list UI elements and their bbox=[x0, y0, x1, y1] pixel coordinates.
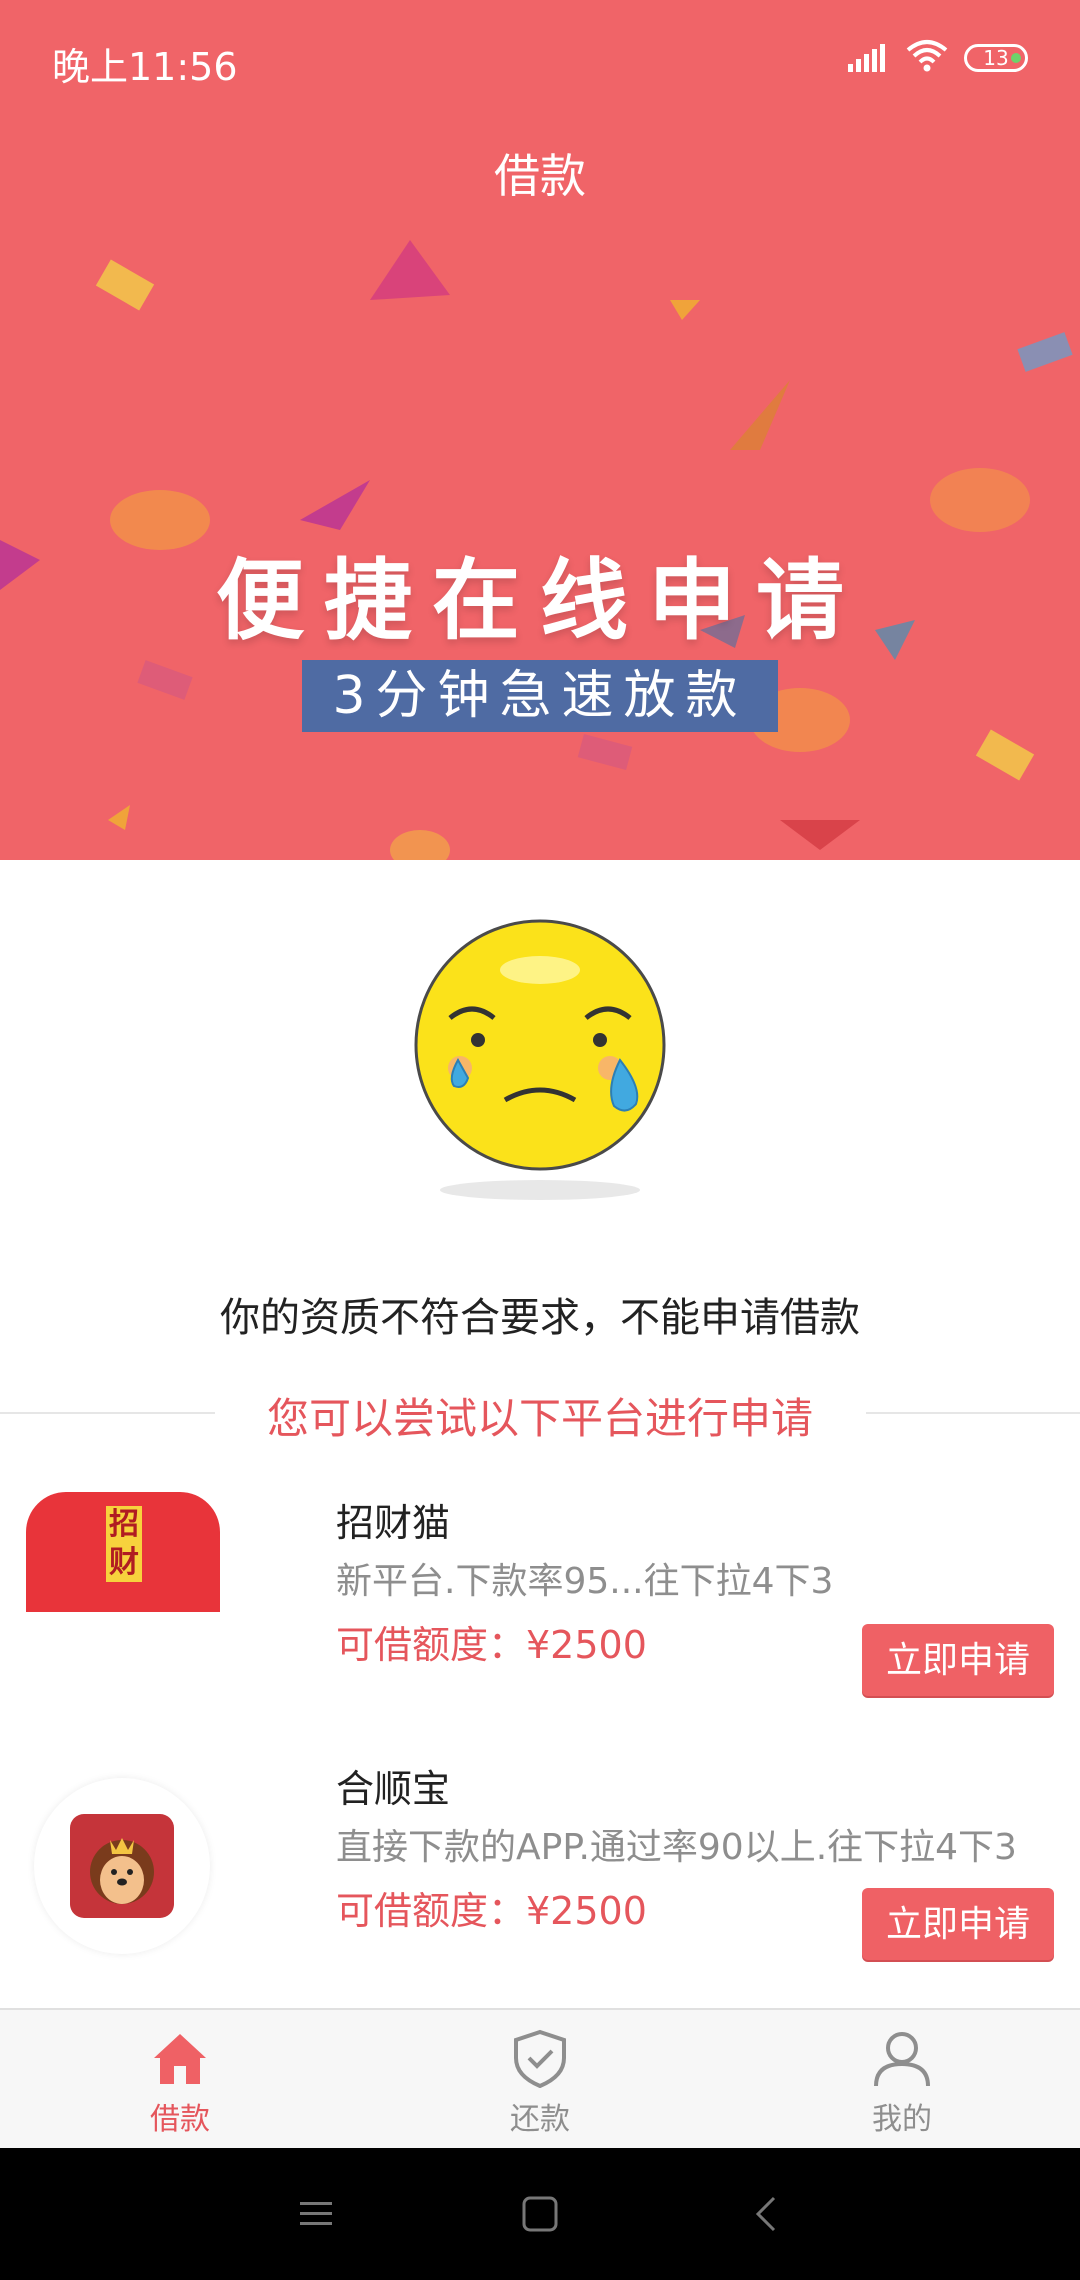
tab-label: 还款 bbox=[510, 2102, 570, 2137]
back-icon[interactable] bbox=[752, 2194, 782, 2234]
bottom-tab-bar: 借款 还款 我的 bbox=[0, 2008, 1080, 2150]
banner-subtitle: 3分钟急速放款 bbox=[302, 660, 778, 732]
platform-amount: 可借额度：¥2500 bbox=[336, 1623, 647, 1667]
dog-mascot-icon bbox=[70, 1814, 174, 1918]
platform-item: 合顺宝 直接下款的APP.通过率90以上.往下拉4下3 可借额度：¥2500 立… bbox=[0, 1758, 1080, 2018]
menu-icon[interactable] bbox=[298, 2196, 334, 2232]
tab-label: 我的 bbox=[872, 2102, 932, 2137]
apply-button[interactable]: 立即申请 bbox=[862, 1888, 1054, 1960]
shield-check-icon bbox=[514, 2029, 566, 2088]
logo-tag: 招财 bbox=[106, 1506, 142, 1582]
banner-headline: 便捷在线申请 bbox=[215, 549, 864, 652]
zhaocaimao-logo: 招财 bbox=[26, 1492, 220, 1612]
apply-button[interactable]: 立即申请 bbox=[862, 1624, 1054, 1696]
sad-face-icon bbox=[414, 919, 666, 1200]
divider-right bbox=[866, 1412, 1080, 1414]
platform-name: 合顺宝 bbox=[336, 1767, 451, 1811]
tab-label: 借款 bbox=[150, 2102, 210, 2137]
heshunbao-logo bbox=[34, 1778, 210, 1954]
system-nav-bar bbox=[0, 2148, 1080, 2280]
user-icon bbox=[874, 2032, 930, 2087]
header-banner: 晚上11:56 13 借款 便捷在线申请 3分钟急速放款 bbox=[0, 0, 1080, 860]
try-platforms-heading: 您可以尝试以下平台进行申请 bbox=[266, 1394, 813, 1443]
platform-name: 招财猫 bbox=[336, 1501, 451, 1545]
home-icon bbox=[154, 2034, 206, 2084]
platform-desc: 直接下款的APP.通过率90以上.往下拉4下3 bbox=[336, 1827, 1017, 1868]
platform-desc: 新平台.下款率95...往下拉4下3 bbox=[336, 1561, 834, 1602]
platform-item: 招财 招财猫 新平台.下款率95...往下拉4下3 可借额度：¥2500 立即申… bbox=[0, 1492, 1080, 1752]
platform-amount: 可借额度：¥2500 bbox=[336, 1889, 647, 1933]
tab-mine[interactable]: 我的 bbox=[802, 2020, 1002, 2140]
reject-message: 你的资质不符合要求，不能申请借款 bbox=[220, 1295, 860, 1341]
home-nav-icon[interactable] bbox=[520, 2194, 560, 2234]
tab-repay[interactable]: 还款 bbox=[440, 2020, 640, 2140]
tab-borrow[interactable]: 借款 bbox=[80, 2020, 280, 2140]
